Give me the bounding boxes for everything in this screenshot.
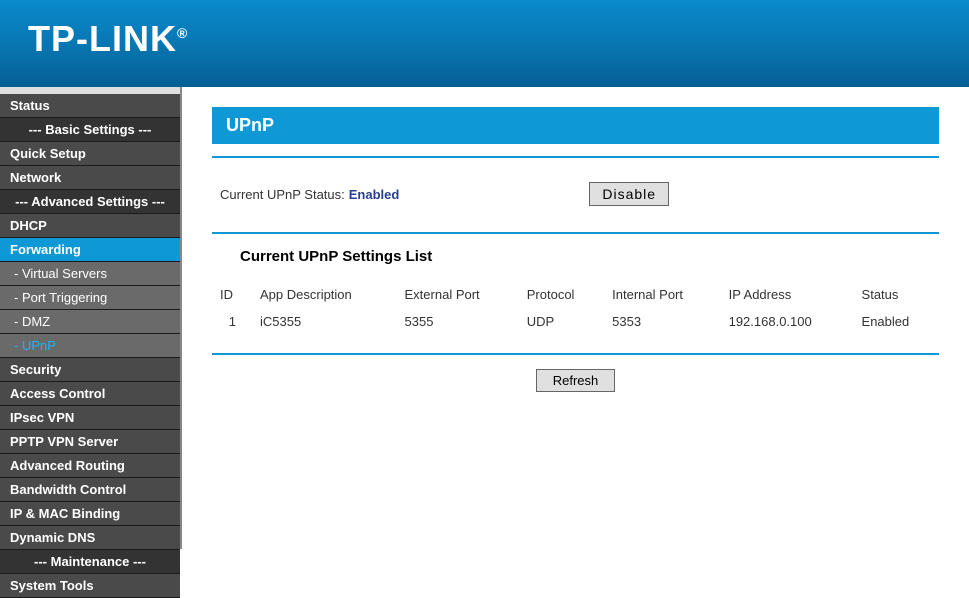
refresh-row: Refresh: [212, 369, 939, 392]
disable-button[interactable]: Disable: [589, 182, 669, 206]
cell-app: iC5355: [252, 308, 397, 335]
sidebar-item-forwarding[interactable]: Forwarding: [0, 238, 180, 262]
col-int-port: Internal Port: [604, 281, 720, 308]
content: UPnP Current UPnP Status: Enabled Disabl…: [182, 87, 969, 549]
table-header-row: ID App Description External Port Protoco…: [212, 281, 939, 308]
col-status: Status: [854, 281, 939, 308]
sidebar-section-maintenance: --- Maintenance ---: [0, 550, 180, 574]
sidebar-item-access-control[interactable]: Access Control: [0, 382, 180, 406]
cell-ext-port: 5355: [397, 308, 519, 335]
cell-id: 1: [212, 308, 252, 335]
page-title: UPnP: [212, 107, 939, 144]
sidebar-section-basic: --- Basic Settings ---: [0, 118, 180, 142]
sidebar-item-system-tools[interactable]: System Tools: [0, 574, 180, 598]
status-row: Current UPnP Status: Enabled Disable: [212, 182, 939, 206]
sidebar-item-security[interactable]: Security: [0, 358, 180, 382]
sidebar-section-advanced: --- Advanced Settings ---: [0, 190, 180, 214]
sidebar-item-status[interactable]: Status: [0, 94, 180, 118]
status-value: Enabled: [349, 187, 400, 202]
cell-protocol: UDP: [519, 308, 604, 335]
sidebar-item-dmz[interactable]: - DMZ: [0, 310, 180, 334]
sidebar-item-port-triggering[interactable]: - Port Triggering: [0, 286, 180, 310]
divider: [212, 353, 939, 355]
upnp-table: ID App Description External Port Protoco…: [212, 281, 939, 335]
sidebar-item-ip-mac-binding[interactable]: IP & MAC Binding: [0, 502, 180, 526]
sidebar-item-ipsec-vpn[interactable]: IPsec VPN: [0, 406, 180, 430]
sidebar-item-advanced-routing[interactable]: Advanced Routing: [0, 454, 180, 478]
sidebar-item-pptp-vpn[interactable]: PPTP VPN Server: [0, 430, 180, 454]
sidebar-item-upnp[interactable]: - UPnP: [0, 334, 180, 358]
sidebar-item-bandwidth-control[interactable]: Bandwidth Control: [0, 478, 180, 502]
brand-tm: ®: [177, 25, 188, 41]
brand-text: TP-LINK: [28, 18, 177, 59]
col-protocol: Protocol: [519, 281, 604, 308]
sidebar-item-quick-setup[interactable]: Quick Setup: [0, 142, 180, 166]
header: TP-LINK®: [0, 0, 969, 87]
cell-int-port: 5353: [604, 308, 720, 335]
refresh-button[interactable]: Refresh: [536, 369, 616, 392]
brand-logo: TP-LINK®: [28, 18, 969, 60]
col-app: App Description: [252, 281, 397, 308]
col-ext-port: External Port: [397, 281, 519, 308]
status-label: Current UPnP Status:: [220, 187, 345, 202]
sidebar-item-dynamic-dns[interactable]: Dynamic DNS: [0, 526, 180, 550]
sidebar: Status --- Basic Settings --- Quick Setu…: [0, 87, 182, 549]
sidebar-item-network[interactable]: Network: [0, 166, 180, 190]
divider: [212, 232, 939, 234]
cell-ip: 192.168.0.100: [721, 308, 854, 335]
container: Status --- Basic Settings --- Quick Setu…: [0, 87, 969, 549]
divider: [212, 156, 939, 158]
table-row: 1 iC5355 5355 UDP 5353 192.168.0.100 Ena…: [212, 308, 939, 335]
settings-list-title: Current UPnP Settings List: [212, 248, 939, 265]
col-ip: IP Address: [721, 281, 854, 308]
sidebar-item-virtual-servers[interactable]: - Virtual Servers: [0, 262, 180, 286]
col-id: ID: [212, 281, 252, 308]
sidebar-item-dhcp[interactable]: DHCP: [0, 214, 180, 238]
cell-status: Enabled: [854, 308, 939, 335]
